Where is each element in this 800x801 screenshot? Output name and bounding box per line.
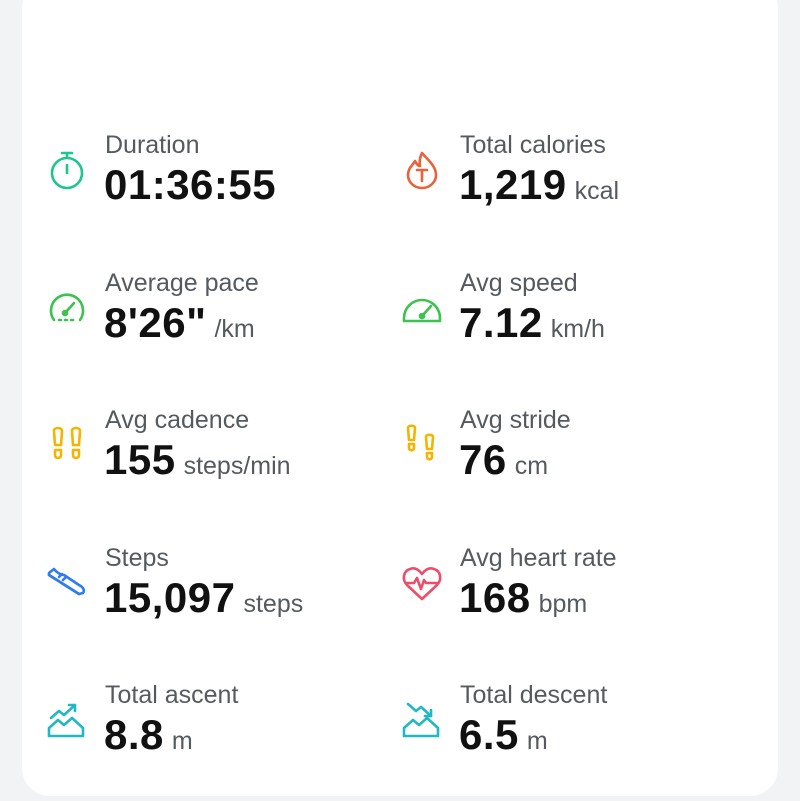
metric-label: Avg heart rate bbox=[460, 544, 617, 572]
metric-unit: steps/min bbox=[183, 452, 291, 480]
metric-label: Avg cadence bbox=[105, 406, 250, 434]
heart-rate-icon bbox=[400, 561, 444, 605]
metric-value: 01:36:55 bbox=[104, 161, 277, 208]
metric-value-row: 8'26"/km bbox=[104, 300, 255, 356]
ascent-mountain-icon bbox=[45, 698, 89, 742]
metric-avg-cadence: Avg cadence 155 steps/min bbox=[45, 405, 385, 505]
workout-stats-card: Duration 01:36:55 Total calories 1,219 kc… bbox=[22, 0, 778, 796]
metric-value: 8.8 bbox=[104, 711, 164, 758]
pace-gauge-icon bbox=[45, 286, 89, 330]
metric-avg-heart-rate: Avg heart rate 168 bpm bbox=[400, 543, 740, 643]
metric-unit: kcal bbox=[574, 177, 620, 205]
metric-total-calories: Total calories 1,219 kcal bbox=[400, 130, 740, 230]
metric-unit: bpm bbox=[538, 590, 588, 618]
metric-unit: steps bbox=[243, 590, 304, 618]
metric-value-row: 8.8 m bbox=[104, 712, 193, 768]
stopwatch-icon bbox=[45, 148, 89, 192]
metric-label: Steps bbox=[105, 544, 169, 572]
metric-average-pace: Average pace 8'26"/km bbox=[45, 268, 385, 368]
shoe-icon bbox=[45, 561, 89, 605]
metric-label: Avg stride bbox=[460, 406, 571, 434]
metric-value-row: 155 steps/min bbox=[104, 437, 291, 493]
metric-value-row: 1,219 kcal bbox=[459, 162, 619, 218]
metric-duration: Duration 01:36:55 bbox=[45, 130, 385, 230]
metric-value-row: 168 bpm bbox=[459, 575, 587, 631]
metric-avg-speed: Avg speed 7.12 km/h bbox=[400, 268, 740, 368]
metric-value: 6.5 bbox=[459, 711, 519, 758]
metric-value-row: 76 cm bbox=[459, 437, 548, 493]
metric-value-row: 7.12 km/h bbox=[459, 300, 605, 356]
metric-label: Duration bbox=[105, 131, 200, 159]
stride-footprints-icon bbox=[400, 423, 444, 467]
metric-value-row: 15,097 steps bbox=[104, 575, 303, 631]
speedometer-icon bbox=[400, 286, 444, 330]
metric-value: 8'26" bbox=[104, 299, 207, 346]
metric-value-row: 01:36:55 bbox=[104, 162, 276, 218]
metric-label: Total calories bbox=[460, 131, 606, 159]
metric-total-descent: Total descent 6.5 m bbox=[400, 680, 740, 780]
metric-value-row: 6.5 m bbox=[459, 712, 548, 768]
metric-unit: km/h bbox=[550, 315, 605, 343]
metric-label: Average pace bbox=[105, 269, 259, 297]
metric-unit: m bbox=[526, 727, 548, 755]
metric-label: Total ascent bbox=[105, 681, 239, 709]
calories-flame-icon bbox=[400, 148, 444, 192]
metric-value: 15,097 bbox=[104, 574, 236, 621]
metric-value: 168 bbox=[459, 574, 531, 621]
metric-avg-stride: Avg stride 76 cm bbox=[400, 405, 740, 505]
metric-value: 76 bbox=[459, 436, 507, 483]
footprints-icon bbox=[45, 423, 89, 467]
metric-steps: Steps 15,097 steps bbox=[45, 543, 385, 643]
metric-value: 155 bbox=[104, 436, 176, 483]
metric-label: Total descent bbox=[460, 681, 608, 709]
metric-value: 7.12 bbox=[459, 299, 543, 346]
metric-unit: cm bbox=[514, 452, 549, 480]
metric-label: Avg speed bbox=[460, 269, 578, 297]
metric-unit: /km bbox=[214, 315, 255, 343]
metric-total-ascent: Total ascent 8.8 m bbox=[45, 680, 385, 780]
descent-mountain-icon bbox=[400, 698, 444, 742]
metric-value: 1,219 bbox=[459, 161, 567, 208]
metric-unit: m bbox=[171, 727, 193, 755]
